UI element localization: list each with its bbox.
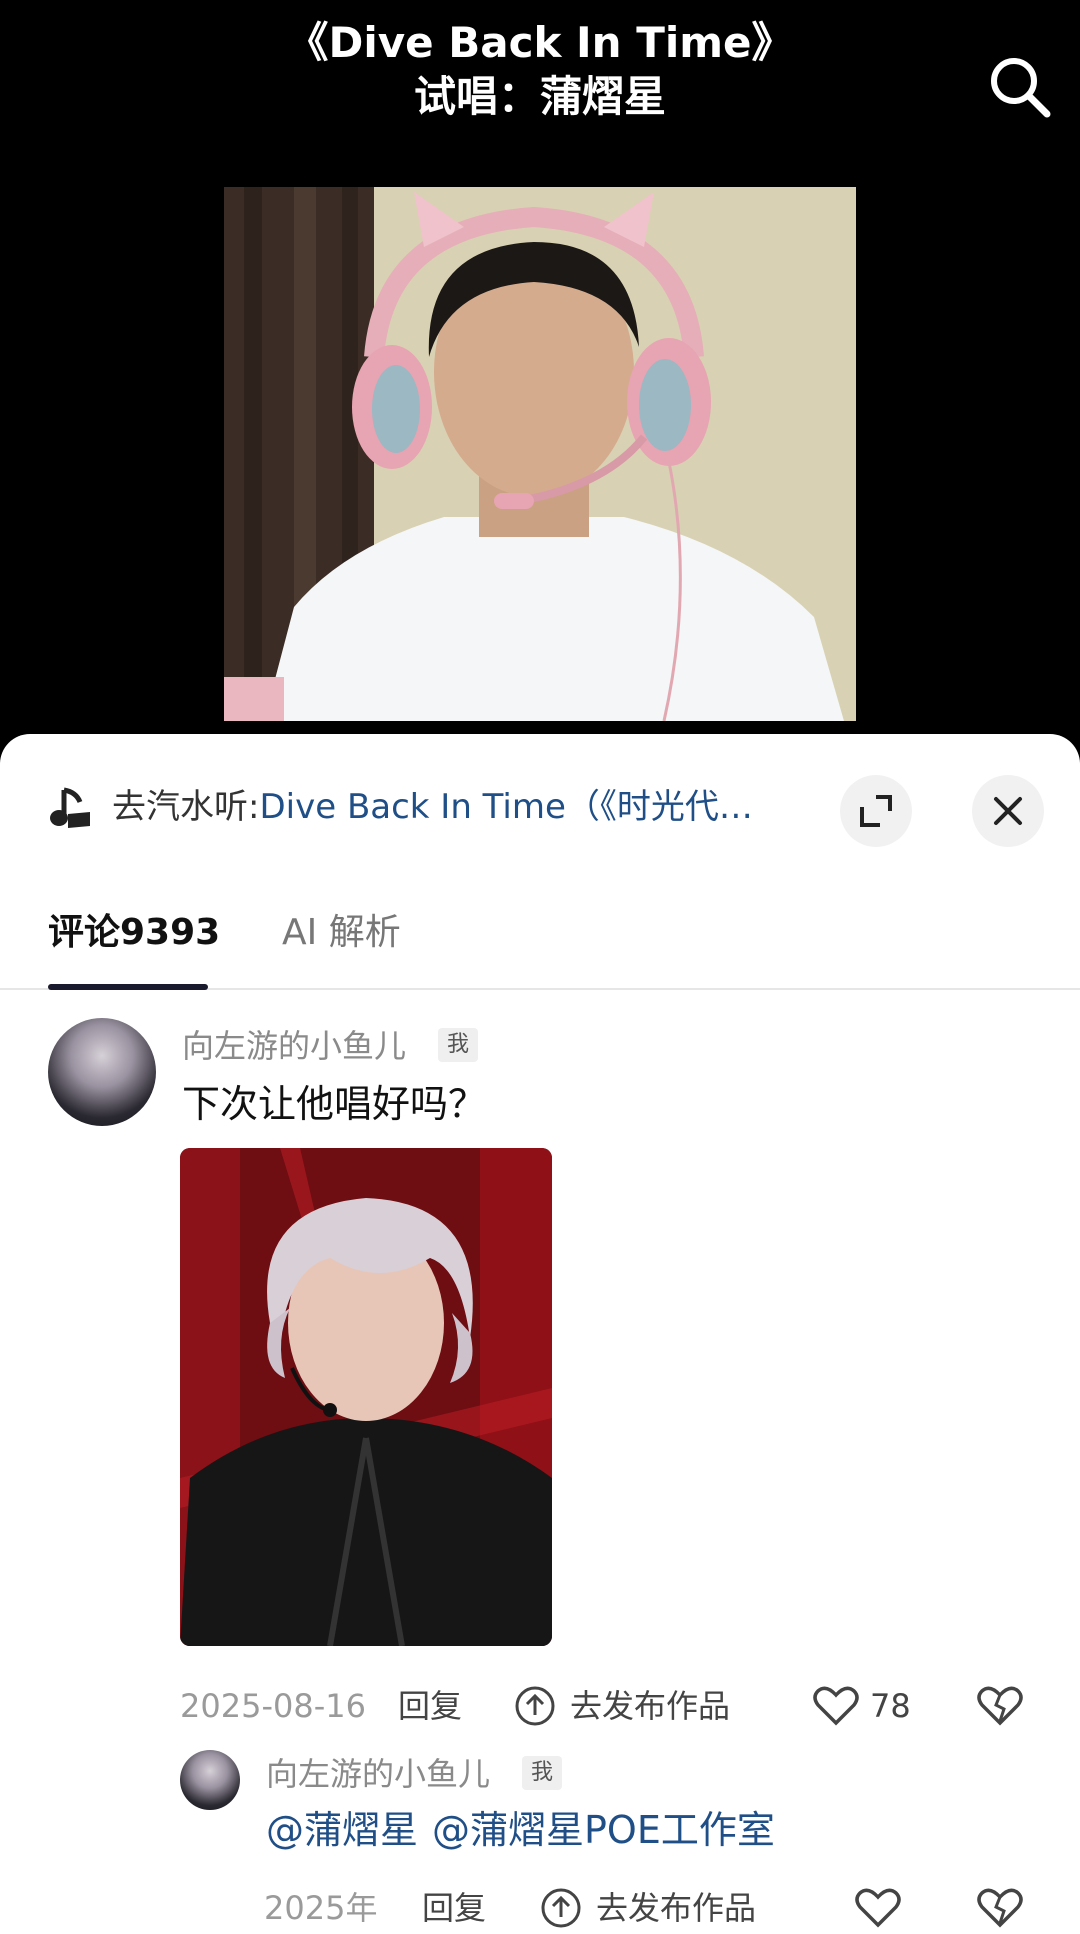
mention-link[interactable]: @蒲熠星POE工作室 [432,1808,775,1852]
upload-circle-icon [541,1888,581,1928]
me-badge: 我 [522,1756,562,1790]
idol-photo [180,1148,552,1646]
comment-text: 下次让他唱好吗？ [182,1082,487,1126]
comment-meta: 2025年 回复 去发布作品 [0,1880,1080,1934]
expand-button[interactable] [840,775,912,847]
tab-comments[interactable]: 评论9393 [48,908,220,958]
search-icon [991,58,1051,118]
video-frame[interactable] [224,187,856,721]
comment-date: 2025年 [264,1889,378,1927]
mention-link[interactable]: @蒲熠星 [266,1808,418,1852]
singer-image [224,187,856,721]
publish-button[interactable]: 去发布作品 [540,1880,780,1934]
like-button[interactable]: 78 [812,1678,932,1734]
heart-icon [855,1888,901,1928]
video-subtitle: 试唱：蒲熠星 [413,72,666,121]
comment-image[interactable] [180,1148,552,1646]
close-icon [994,797,1022,825]
publish-button[interactable]: 去发布作品 [514,1678,754,1734]
music-prefix: 去汽水听: [112,787,260,827]
video-title: 《Dive Back In Time》 [286,18,794,67]
music-song-title: Dive Back In Time（《时光代… [259,787,753,827]
avatar[interactable] [180,1750,240,1810]
heart-icon [813,1686,859,1726]
comment-username[interactable]: 向左游的小鱼儿 [182,1024,406,1068]
dislike-button[interactable] [976,1683,1024,1731]
video-player[interactable]: 《Dive Back In Time》 试唱：蒲熠星 [0,0,1080,740]
dislike-button[interactable] [976,1885,1024,1933]
tab-indicator [48,984,208,990]
comment-meta: 2025-08-16 回复 去发布作品 78 [0,1678,1080,1734]
me-badge: 我 [438,1028,478,1062]
publish-label: 去发布作品 [596,1889,757,1927]
like-button[interactable] [854,1880,914,1934]
tab-bar: 评论9393 AI 解析 [0,894,1080,990]
comment-date: 2025-08-16 [180,1687,366,1725]
reply-button[interactable]: 回复 [422,1886,486,1930]
comment-mentions: @蒲熠星 @蒲熠星POE工作室 [266,1804,789,1856]
broken-heart-icon [977,1888,1023,1928]
upload-circle-icon [515,1686,555,1726]
tab-ai-analysis[interactable]: AI 解析 [282,908,401,958]
expand-icon [860,795,892,827]
comment-username[interactable]: 向左游的小鱼儿 [266,1752,490,1796]
avatar[interactable] [48,1018,156,1126]
like-count: 78 [870,1687,911,1725]
music-link[interactable]: 去汽水听:Dive Back In Time（《时光代… [112,784,792,830]
music-bar[interactable]: 去汽水听:Dive Back In Time（《时光代… [0,770,1080,847]
publish-label: 去发布作品 [570,1687,731,1725]
comments-sheet: 去汽水听:Dive Back In Time（《时光代… 评论9393 AI 解… [0,734,1080,1934]
broken-heart-icon [977,1686,1023,1726]
music-note-icon [50,787,90,828]
reply-button[interactable]: 回复 [398,1684,462,1728]
close-button[interactable] [972,775,1044,847]
search-button[interactable] [985,52,1055,122]
